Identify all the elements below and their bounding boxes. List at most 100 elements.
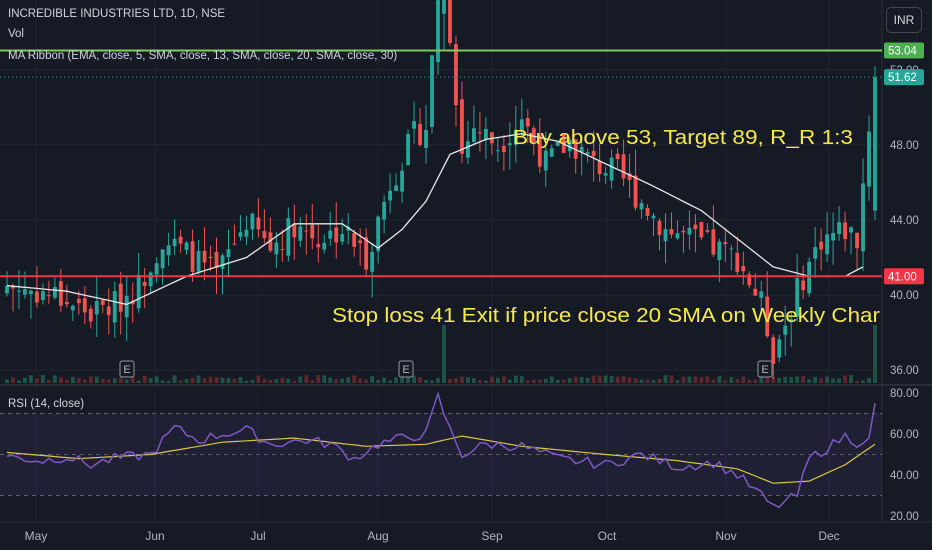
last-price-badge: 51.62	[888, 72, 917, 84]
candle-body	[621, 154, 626, 179]
candle-body	[82, 298, 87, 313]
candle-body	[292, 223, 297, 238]
volume-bar	[130, 377, 135, 383]
candle-body	[208, 256, 213, 259]
volume-bar	[837, 378, 842, 383]
volume-bar	[597, 376, 602, 383]
volume-bar	[873, 325, 877, 383]
volume-bar	[394, 377, 399, 383]
volume-bar	[5, 379, 9, 383]
volume-bar	[280, 377, 285, 383]
candle-body	[777, 339, 782, 358]
candle-body	[184, 242, 189, 250]
candle-body	[220, 255, 225, 269]
candle-body	[460, 99, 464, 154]
candle-body	[250, 213, 255, 230]
volume-bar	[741, 376, 746, 383]
time-tick-label: Nov	[715, 529, 736, 543]
volume-bar	[549, 376, 554, 383]
volume-bar	[29, 375, 33, 383]
time-tick-label: May	[25, 529, 48, 543]
time-tick-label: Sep	[481, 529, 503, 543]
candle-body	[94, 300, 99, 315]
candle-body	[639, 202, 644, 210]
volume-bar	[88, 376, 93, 383]
candle-body	[771, 337, 776, 364]
candle-body	[244, 229, 249, 237]
currency-button[interactable]: INR	[886, 7, 922, 33]
candle-body	[442, 0, 446, 14]
candle-body	[687, 227, 692, 235]
candle-body	[358, 240, 363, 244]
volume-bar	[495, 377, 500, 383]
volume-bar	[286, 378, 291, 383]
candle-body	[669, 229, 674, 235]
candle-body	[238, 232, 243, 237]
volume-bar	[633, 378, 638, 383]
volume-bar	[705, 376, 710, 383]
volume-bar	[76, 378, 81, 383]
volume-bar	[64, 379, 69, 383]
volume-bar	[777, 377, 782, 383]
volume-bar	[819, 378, 824, 383]
stock-chart[interactable]: 36.0040.0044.0048.0052.0056.0060.0064.00…	[0, 0, 932, 550]
earnings-marker: E	[761, 364, 768, 376]
volume-bar	[483, 380, 488, 383]
sma-20-line	[6, 133, 864, 306]
volume-bar	[687, 376, 692, 383]
volume-bar	[825, 376, 830, 383]
volume-bar	[501, 376, 506, 383]
volume-bar	[274, 379, 279, 383]
volume-bar	[472, 378, 476, 383]
buy-price-badge: 53.04	[888, 46, 917, 58]
candle-body	[334, 227, 339, 243]
stop-annotation: Stop loss 41 Exit if price close 20 SMA …	[332, 305, 880, 327]
candle-body	[699, 222, 704, 238]
time-tick-label: Jul	[250, 529, 265, 543]
candle-body	[76, 298, 81, 304]
price-tick-label: 48.00	[890, 140, 919, 152]
candle-body	[382, 201, 387, 220]
candle-body	[597, 161, 602, 175]
volume-bar	[316, 375, 321, 383]
candle-body	[406, 133, 410, 166]
volume-bar	[172, 375, 177, 383]
volume-bar	[609, 376, 614, 383]
candle-body	[322, 242, 327, 250]
candle-body	[609, 157, 614, 181]
candle-body	[585, 152, 590, 155]
volume-bar	[783, 376, 788, 383]
volume-bar	[663, 375, 668, 383]
candle-body	[424, 130, 428, 149]
volume-bar	[723, 380, 728, 383]
volume-bar	[214, 377, 219, 383]
volume-bar	[543, 378, 548, 383]
volume-bar	[70, 376, 75, 383]
candle-body	[286, 218, 291, 256]
candle-body	[40, 291, 45, 300]
volume-bar	[603, 375, 608, 383]
candle-body	[753, 288, 758, 296]
volume-bar	[208, 376, 213, 383]
candle-body	[52, 287, 57, 298]
candle-body	[394, 185, 399, 192]
volume-bar	[813, 376, 818, 383]
volume-bar	[382, 377, 387, 383]
candle-body	[525, 118, 530, 127]
volume-bar	[364, 379, 369, 383]
candle-body	[124, 295, 129, 318]
volume-bar	[537, 379, 542, 383]
candle-body	[160, 249, 165, 269]
candle-body	[711, 229, 716, 255]
time-tick-label: Aug	[367, 529, 388, 543]
candle-body	[262, 231, 267, 239]
price-tick-label: 36.00	[890, 365, 919, 377]
candle-body	[226, 249, 231, 257]
candle-body	[807, 261, 812, 294]
candle-body	[388, 190, 393, 201]
candle-body	[178, 236, 183, 244]
volume-bar	[256, 375, 261, 383]
volume-bar	[681, 376, 686, 383]
volume-bar	[298, 376, 303, 383]
candle-body	[849, 227, 853, 233]
